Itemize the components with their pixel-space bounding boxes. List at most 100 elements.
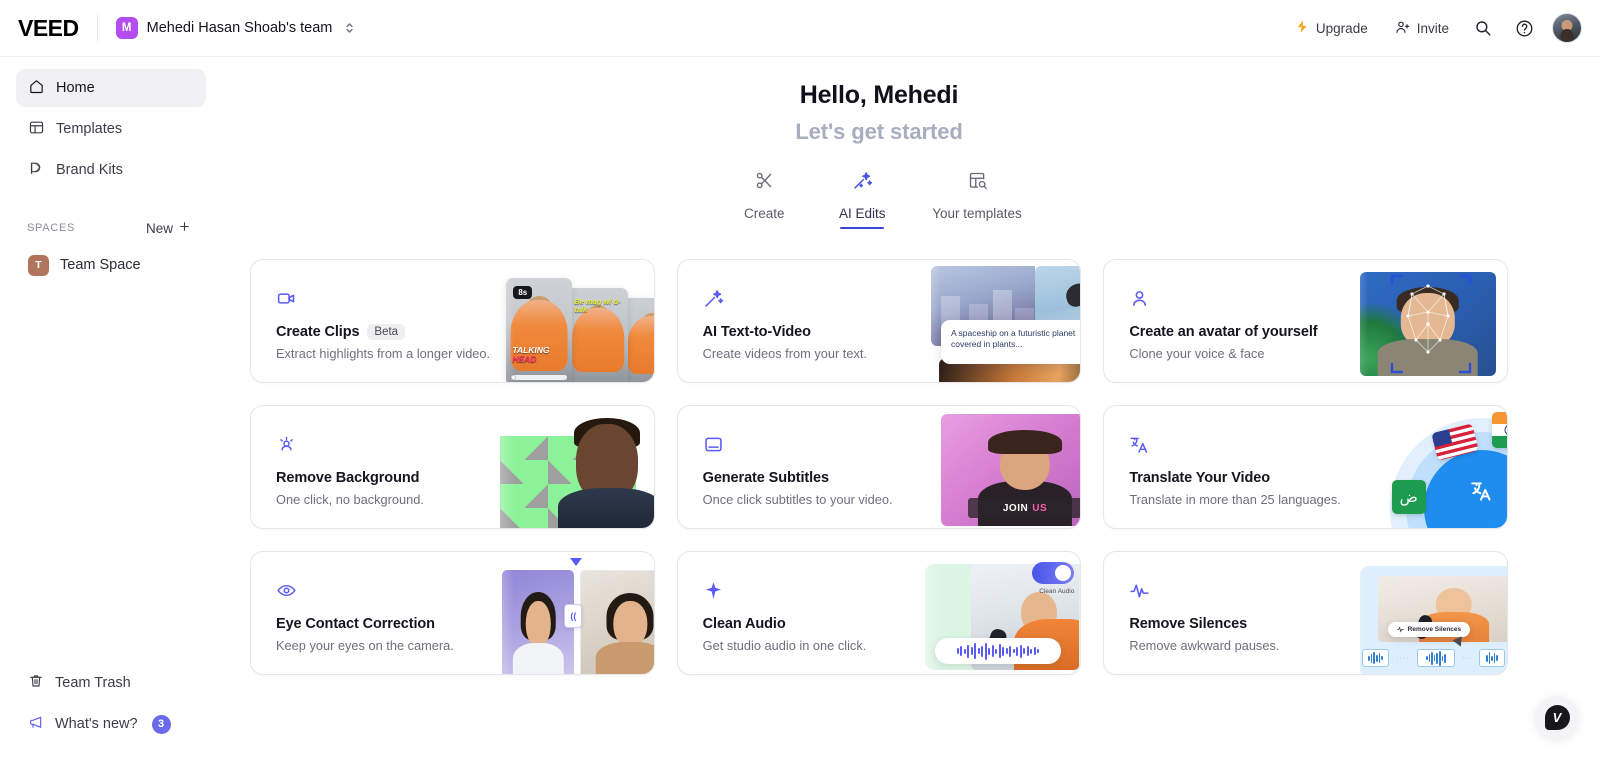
card-title-row: Generate Subtitles xyxy=(703,470,928,486)
tab-bar: Create AI Edits Your templates xyxy=(250,170,1508,229)
card-subtitle: Clone your voice & face xyxy=(1129,346,1265,361)
clip-caption-1: TALKING HEAD xyxy=(512,344,550,364)
sidebar-item-label: Team Trash xyxy=(55,675,131,691)
card-body: Create Clips Beta Extract highlights fro… xyxy=(251,260,501,361)
upgrade-button[interactable]: Upgrade xyxy=(1285,12,1378,44)
new-space-label: New xyxy=(145,220,173,236)
eye-icon xyxy=(276,580,501,602)
card-body: Generate Subtitles Once click subtitles … xyxy=(678,406,928,507)
card-title: Remove Silences xyxy=(1129,616,1248,632)
space-avatar: T xyxy=(28,254,49,276)
card-remove-silences[interactable]: Remove Silences ···· ··· Remove Silences… xyxy=(1103,551,1508,675)
card-subtitle: One click, no background. xyxy=(276,492,424,507)
card-generate-subtitles[interactable]: JOIN US Generate Subtitles Once click su… xyxy=(676,405,1082,529)
card-clean-audio[interactable]: Clean Audio Clean Audio Get studio audio… xyxy=(676,551,1082,675)
greeting-block: Hello, Mehedi Let's get started xyxy=(250,57,1508,145)
clip-thumb-3 xyxy=(624,298,654,382)
new-space-button[interactable]: New xyxy=(143,218,194,238)
clean-audio-toggle-label: Clean Audio xyxy=(1039,588,1075,595)
brand-kits-icon xyxy=(28,160,45,181)
audio-waveform xyxy=(935,638,1061,664)
comparison-handle[interactable]: (( xyxy=(564,604,583,628)
comparison-marker-icon xyxy=(570,558,583,566)
after-video xyxy=(580,570,654,674)
card-subtitle: Once click subtitles to your video. xyxy=(702,492,893,507)
feature-card-grid: Be mag w/ d-talk 8s TALKING HEAD Create … xyxy=(250,259,1508,675)
magic-wand-icon xyxy=(703,288,928,310)
clean-audio-toggle[interactable] xyxy=(1032,562,1075,584)
sidebar-item-label: Brand Kits xyxy=(56,162,123,178)
prompt-bubble: A spaceship on a futuristic planet cover… xyxy=(941,320,1081,364)
timeline-gap: ···· xyxy=(1396,654,1410,662)
tab-your-templates[interactable]: Your templates xyxy=(932,170,1022,229)
card-body: Clean Audio Get studio audio in one clic… xyxy=(678,552,928,653)
card-ai-text-to-video[interactable]: A spaceship on a futuristic planet cover… xyxy=(676,259,1082,383)
clip-thumb-1: 8s TALKING HEAD xyxy=(506,278,573,382)
card-title: Create an avatar of yourself xyxy=(1129,324,1318,340)
flag-arabic-icon: ض xyxy=(1391,480,1426,514)
flag-india-icon xyxy=(1491,412,1507,448)
tab-ai-edits[interactable]: AI Edits xyxy=(834,170,890,229)
avatar[interactable] xyxy=(1552,13,1582,43)
card-title-row: Create Clips Beta xyxy=(276,324,501,340)
card-title-row: Clean Audio xyxy=(703,616,928,632)
timeline-gap: ··· xyxy=(1462,654,1473,662)
invite-label: Invite xyxy=(1416,20,1449,36)
upgrade-label: Upgrade xyxy=(1315,20,1368,36)
tab-label: Create xyxy=(743,206,785,221)
sidebar-item-label: Home xyxy=(56,80,95,96)
templates-icon xyxy=(28,119,45,140)
card-create-avatar[interactable]: Create an avatar of yourself Clone your … xyxy=(1103,259,1508,383)
timeline-clip xyxy=(1479,649,1505,667)
card-subtitle: Extract highlights from a longer video. xyxy=(276,346,491,361)
card-title-row: Eye Contact Correction xyxy=(276,616,501,632)
card-title-row: Remove Silences xyxy=(1129,616,1354,632)
team-avatar: M xyxy=(115,17,138,39)
invite-button[interactable]: Invite xyxy=(1385,12,1459,45)
sidebar-item-templates[interactable]: Templates xyxy=(16,110,206,148)
search-icon[interactable] xyxy=(1466,11,1500,45)
card-translate-video[interactable]: ض Translate Your Video Translate in more… xyxy=(1103,405,1508,529)
status-badge: 3 xyxy=(151,714,171,734)
card-remove-background[interactable]: Remove Background One click, no backgrou… xyxy=(250,405,655,529)
waveform-icon xyxy=(1396,626,1404,633)
waveform-icon xyxy=(1129,580,1354,602)
subtitles-icon xyxy=(703,434,928,456)
timeline-clip xyxy=(1416,649,1456,667)
card-title: Create Clips xyxy=(276,324,360,340)
veed-chat-button[interactable]: V xyxy=(1536,696,1578,738)
card-subtitle: Create videos from your text. xyxy=(702,346,867,361)
card-title-row: Translate Your Video xyxy=(1129,470,1354,486)
sidebar-item-team-trash[interactable]: Team Trash xyxy=(16,664,206,702)
card-title: Eye Contact Correction xyxy=(276,616,435,632)
template-search-icon xyxy=(967,170,988,196)
card-title: Generate Subtitles xyxy=(702,470,829,486)
clip-duration-badge: 8s xyxy=(513,286,533,299)
card-title-row: AI Text-to-Video xyxy=(703,324,928,340)
card-create-clips[interactable]: Be mag w/ d-talk 8s TALKING HEAD Create … xyxy=(250,259,655,383)
remove-silences-pill[interactable]: Remove Silences xyxy=(1387,622,1471,637)
person-photo xyxy=(550,410,654,528)
help-circle-icon[interactable] xyxy=(1507,11,1541,45)
sidebar-item-whats-new[interactable]: What's new? 3 xyxy=(16,705,206,743)
sidebar: Home Templates Brand Kits SPACES New T T… xyxy=(0,57,222,760)
subtitle-caption: JOIN US xyxy=(967,498,1081,518)
sidebar-item-home[interactable]: Home xyxy=(16,69,206,107)
tab-create[interactable]: Create xyxy=(736,170,792,229)
face-detect-brackets-icon xyxy=(1390,274,1471,374)
card-eye-contact-correction[interactable]: (( Eye Contact Correction Keep your eyes… xyxy=(250,551,655,675)
team-switcher[interactable]: M Mehedi Hasan Shoab's team xyxy=(115,17,356,39)
card-body: Remove Background One click, no backgrou… xyxy=(251,406,501,507)
veed-logo[interactable]: VEED xyxy=(18,15,79,42)
header-divider xyxy=(96,15,98,41)
sparkle-icon xyxy=(703,580,928,602)
sidebar-item-team-space[interactable]: T Team Space xyxy=(16,246,206,284)
card-body: Remove Silences Remove awkward pauses. xyxy=(1104,552,1354,653)
card-body: Eye Contact Correction Keep your eyes on… xyxy=(251,552,501,653)
person-cutout-icon xyxy=(276,434,501,456)
clip-caption-2: Be mag w/ d-talk xyxy=(574,297,621,314)
card-subtitle: Get studio audio in one click. xyxy=(702,638,867,653)
sidebar-item-brand-kits[interactable]: Brand Kits xyxy=(16,151,206,189)
header-actions: Upgrade Invite xyxy=(1285,11,1582,45)
space-label: Team Space xyxy=(60,257,141,273)
